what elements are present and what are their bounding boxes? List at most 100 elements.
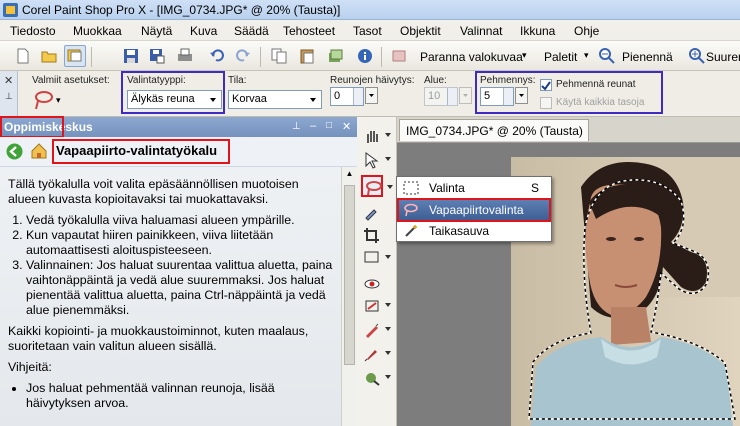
browse-dropdown-icon[interactable] xyxy=(94,45,104,67)
pin-icon[interactable]: ⊥ xyxy=(5,91,13,102)
zoom-in-icon[interactable] xyxy=(686,45,708,67)
home-icon[interactable] xyxy=(30,142,48,160)
window-title: Corel Paint Shop Pro X - [IMG_0734.JPG* … xyxy=(22,3,341,17)
learning-center-nav: Vapaapiirto-valintatyökalu xyxy=(0,137,357,167)
enhance-photo-icon[interactable] xyxy=(388,45,410,67)
layer-icon[interactable] xyxy=(324,45,346,67)
tips-heading: Vihjeitä: xyxy=(8,360,52,374)
paste-icon[interactable] xyxy=(296,45,318,67)
selection-tools-flyout: Valinta S Vapaapiirtovalinta Taikasauva xyxy=(396,176,552,242)
list-item: Valinnainen: Jos haluat suurentaa valitt… xyxy=(26,258,337,318)
scratch-remover-tool[interactable] xyxy=(361,319,391,341)
range-input[interactable]: 10 xyxy=(424,87,458,106)
tips-list: Jos haluat pehmentää valinnan reunoja, l… xyxy=(26,381,337,411)
flyout-item-selection[interactable]: Valinta S xyxy=(399,178,549,198)
presets-dropdown-icon[interactable]: ▾ xyxy=(56,95,61,106)
save-icon[interactable] xyxy=(120,45,142,67)
menu-bar: Tiedosto Muokkaa Näytä Kuva Säädä Tehost… xyxy=(0,20,740,41)
menu-layers[interactable]: Tasot xyxy=(353,24,382,38)
deform-tool[interactable] xyxy=(361,247,391,269)
menu-help[interactable]: Ohje xyxy=(574,24,599,38)
tool-options-bar: ✕ ⊥ Valmiit asetukset: ▾ Valintatyyppi: … xyxy=(0,71,740,117)
menu-image[interactable]: Kuva xyxy=(190,24,217,38)
selection-tool-active[interactable] xyxy=(361,175,393,197)
note-text: Kaikki kopiointi- ja muokkaustoiminnot, … xyxy=(8,324,309,353)
feather-stepper[interactable] xyxy=(353,88,363,105)
save-as-icon[interactable] xyxy=(146,45,168,67)
menu-effects[interactable]: Tehosteet xyxy=(283,24,335,38)
crop-icon xyxy=(364,228,379,243)
toolbar-grip[interactable] xyxy=(4,45,12,67)
zoom-out-icon[interactable] xyxy=(596,45,618,67)
menu-view[interactable]: Näytä xyxy=(141,24,172,38)
annotation-box-freehand xyxy=(397,198,551,222)
document-tab-title: IMG_0734.JPG* @ 20% (Tausta) xyxy=(406,124,583,138)
intro-text: Tällä työkalulla voit valita epäsäännöll… xyxy=(8,177,299,206)
redo-icon[interactable] xyxy=(232,45,254,67)
red-eye-tool[interactable] xyxy=(361,273,383,295)
chevron-down-icon xyxy=(310,98,316,102)
clone-tool[interactable] xyxy=(361,295,391,317)
app-icon xyxy=(3,3,18,17)
menu-edit[interactable]: Muokkaa xyxy=(73,24,122,38)
pick-tool[interactable] xyxy=(361,149,391,171)
print-icon[interactable] xyxy=(174,45,196,67)
scroll-thumb[interactable] xyxy=(344,185,355,365)
lasso-icon xyxy=(366,181,382,196)
palettes-menu[interactable]: Paletit xyxy=(544,50,577,64)
enhance-photo-menu[interactable]: Paranna valokuvaa xyxy=(420,50,523,64)
menu-selections[interactable]: Valinnat xyxy=(460,24,502,38)
menu-window[interactable]: Ikkuna xyxy=(520,24,555,38)
close-icon[interactable]: ✕ xyxy=(4,74,13,87)
menu-adjust[interactable]: Säädä xyxy=(234,24,269,38)
back-arrow-icon[interactable] xyxy=(6,143,23,160)
deform-icon xyxy=(364,251,379,263)
range-label: Alue: xyxy=(424,75,447,86)
document-tab[interactable]: IMG_0734.JPG* @ 20% (Tausta) xyxy=(399,119,589,141)
mode-label: Tila: xyxy=(228,75,247,86)
magic-wand-icon xyxy=(405,225,417,237)
options-grip[interactable]: ✕ ⊥ xyxy=(0,71,18,117)
crop-tool[interactable] xyxy=(361,225,383,247)
title-bar: Corel Paint Shop Pro X - [IMG_0734.JPG* … xyxy=(0,0,740,20)
standard-toolbar: Paranna valokuvaa ▾ Paletit ▾ Pienennä S… xyxy=(0,41,740,71)
image-window: IMG_0734.JPG* @ 20% (Tausta) xyxy=(397,117,740,426)
close-icon[interactable]: ✕ xyxy=(342,120,351,133)
presets-button[interactable]: ▾ xyxy=(32,89,66,111)
info-icon[interactable] xyxy=(354,45,376,67)
dodge-tool[interactable] xyxy=(361,367,391,389)
pin-icon[interactable]: ⊥ xyxy=(292,121,301,132)
zoom-out-button[interactable]: Pienennä xyxy=(622,50,673,64)
feather-label: Reunojen häivytys: xyxy=(330,75,415,86)
learning-center-panel: Oppimiskeskus ⊥ – □ ✕ Vapaapiirto-valint… xyxy=(0,116,357,426)
palettes-dropdown-icon[interactable]: ▾ xyxy=(584,50,589,61)
arrow-pointer-icon xyxy=(365,152,379,169)
menu-file[interactable]: Tiedosto xyxy=(10,24,56,38)
copy-icon[interactable] xyxy=(268,45,290,67)
learning-center-scrollbar[interactable]: ▲ xyxy=(341,167,357,426)
tools-toolbar xyxy=(357,117,397,426)
minimize-icon[interactable]: – xyxy=(310,120,316,132)
menu-objects[interactable]: Objektit xyxy=(400,24,441,38)
scroll-up-icon[interactable]: ▲ xyxy=(344,169,355,180)
browse-icon[interactable] xyxy=(64,45,86,67)
restore-icon[interactable]: □ xyxy=(326,120,332,131)
feather-slider-button[interactable] xyxy=(365,87,378,104)
list-item: Kun vapautat hiiren painikkeen, viiva li… xyxy=(26,228,337,258)
range-slider-button[interactable] xyxy=(459,87,472,104)
paint-brush-tool[interactable] xyxy=(361,343,391,365)
enhance-dropdown-icon[interactable]: ▾ xyxy=(522,50,527,61)
open-folder-icon[interactable] xyxy=(38,45,60,67)
feather-input[interactable]: 0 xyxy=(330,87,364,106)
zoom-in-button[interactable]: Suuren xyxy=(706,50,740,64)
presets-label: Valmiit asetukset: xyxy=(32,75,110,86)
new-file-icon[interactable] xyxy=(12,45,34,67)
mode-select[interactable]: Korvaa xyxy=(228,90,322,109)
range-stepper[interactable] xyxy=(447,88,457,105)
flyout-item-magic-wand[interactable]: Taikasauva xyxy=(399,221,549,241)
brush-icon xyxy=(366,323,379,338)
dropper-tool[interactable] xyxy=(361,201,383,223)
pan-tool[interactable] xyxy=(361,125,391,147)
eyedropper-icon xyxy=(365,209,377,221)
undo-icon[interactable] xyxy=(206,45,228,67)
